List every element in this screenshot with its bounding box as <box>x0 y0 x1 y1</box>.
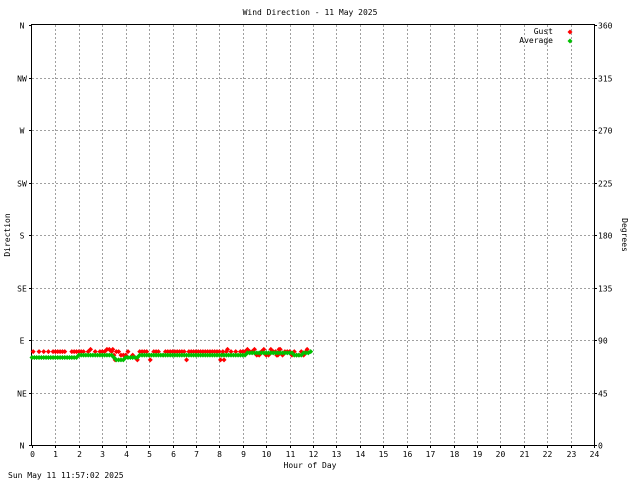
y-left-tick-label: N <box>20 22 25 31</box>
data-series <box>29 346 314 363</box>
y-right-tick-label: 315 <box>598 75 613 84</box>
y-axis-label-left: Direction <box>3 213 12 257</box>
x-tick-label: 21 <box>520 450 530 459</box>
y-left-tick-label: S <box>20 232 25 241</box>
y-left-tick-label: SE <box>17 285 27 294</box>
y-right-tick-labels: 0 45 90 135 180 225 270 315 360 <box>598 22 613 451</box>
y-right-tick-label: 90 <box>598 337 608 346</box>
x-tick-label: 10 <box>262 450 272 459</box>
x-tick-label: 18 <box>450 450 460 459</box>
x-tick-label: 3 <box>100 450 105 459</box>
y-axis-label-right: Degrees <box>620 218 629 252</box>
x-tick-label: 24 <box>590 450 600 459</box>
x-tick-label: 17 <box>426 450 436 459</box>
x-tick-label: 5 <box>147 450 152 459</box>
x-tick-label: 16 <box>403 450 413 459</box>
gust-point <box>41 349 47 355</box>
chart-title: Wind Direction - 11 May 2025 <box>243 8 378 17</box>
y-left-tick-label: NW <box>17 75 27 84</box>
y-right-tick-label: 180 <box>598 232 613 241</box>
y-left-tick-labels: N NE E SE S SW W NW N <box>17 22 27 451</box>
axis-ticks <box>29 25 597 448</box>
x-tick-label: 9 <box>241 450 246 459</box>
footer-timestamp: Sun May 11 11:57:02 2025 <box>8 471 124 480</box>
grid-lines <box>32 25 594 445</box>
y-right-tick-label: 0 <box>598 442 603 451</box>
gust-point <box>184 357 190 363</box>
legend-label-average: Average <box>519 36 553 45</box>
gust-point <box>147 357 153 363</box>
x-tick-label: 11 <box>286 450 296 459</box>
x-tick-label: 4 <box>124 450 129 459</box>
x-tick-label: 1 <box>53 450 58 459</box>
gust-point <box>36 349 42 355</box>
x-tick-labels: 0 1 2 3 4 5 6 7 8 9 10 11 12 13 14 15 16 17 18 19 20 21 22 23 24 <box>30 450 599 459</box>
gust-point <box>45 349 51 355</box>
gust-point <box>221 357 227 363</box>
x-tick-label: 6 <box>171 450 176 459</box>
y-right-tick-label: 270 <box>598 127 613 136</box>
y-left-tick-label: N <box>20 442 25 451</box>
y-right-tick-label: 225 <box>598 180 613 189</box>
y-left-tick-label: SW <box>17 180 27 189</box>
x-tick-label: 0 <box>30 450 35 459</box>
y-left-tick-label: E <box>20 337 25 346</box>
x-tick-label: 2 <box>77 450 82 459</box>
x-tick-label: 7 <box>194 450 199 459</box>
x-tick-label: 14 <box>356 450 366 459</box>
wind-direction-chart: Wind Direction - 11 May 2025 01234567891… <box>3 8 629 480</box>
x-tick-label: 20 <box>496 450 506 459</box>
legend: Gust Average <box>519 27 573 45</box>
y-left-tick-label: W <box>20 127 25 136</box>
y-left-tick-label: NE <box>17 390 27 399</box>
y-right-tick-label: 45 <box>598 390 608 399</box>
x-tick-label: 13 <box>332 450 342 459</box>
x-tick-label: 15 <box>379 450 389 459</box>
x-tick-label: 23 <box>567 450 577 459</box>
legend-label-gust: Gust <box>534 27 553 36</box>
x-tick-label: 12 <box>309 450 319 459</box>
x-tick-label: 19 <box>473 450 483 459</box>
y-right-tick-label: 360 <box>598 22 613 31</box>
x-tick-label: 22 <box>543 450 553 459</box>
y-right-tick-label: 135 <box>598 285 613 294</box>
x-axis-label: Hour of Day <box>284 461 337 470</box>
x-tick-label: 8 <box>217 450 222 459</box>
